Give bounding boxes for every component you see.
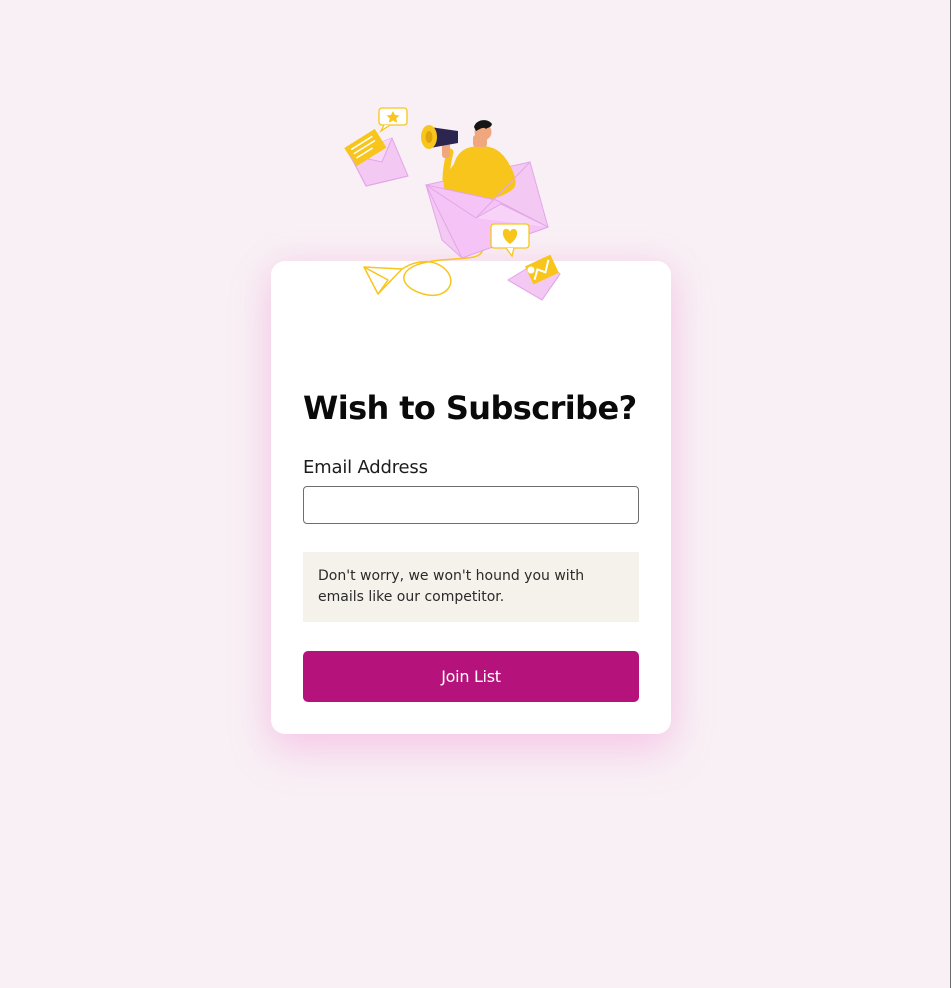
page-title: Wish to Subscribe? bbox=[303, 389, 637, 427]
email-field[interactable] bbox=[303, 486, 639, 524]
envelope-icon bbox=[344, 128, 409, 187]
heart-bubble-icon bbox=[490, 223, 530, 258]
subscribe-illustration bbox=[344, 107, 561, 301]
subscribe-card: Wish to Subscribe? Email Address Don't w… bbox=[271, 261, 671, 734]
email-label: Email Address bbox=[303, 457, 428, 478]
reassurance-note: Don't worry, we won't hound you with ema… bbox=[303, 552, 639, 622]
join-list-button[interactable]: Join List bbox=[303, 651, 639, 702]
star-bubble-icon bbox=[378, 107, 408, 133]
envelope-icon bbox=[507, 254, 561, 301]
